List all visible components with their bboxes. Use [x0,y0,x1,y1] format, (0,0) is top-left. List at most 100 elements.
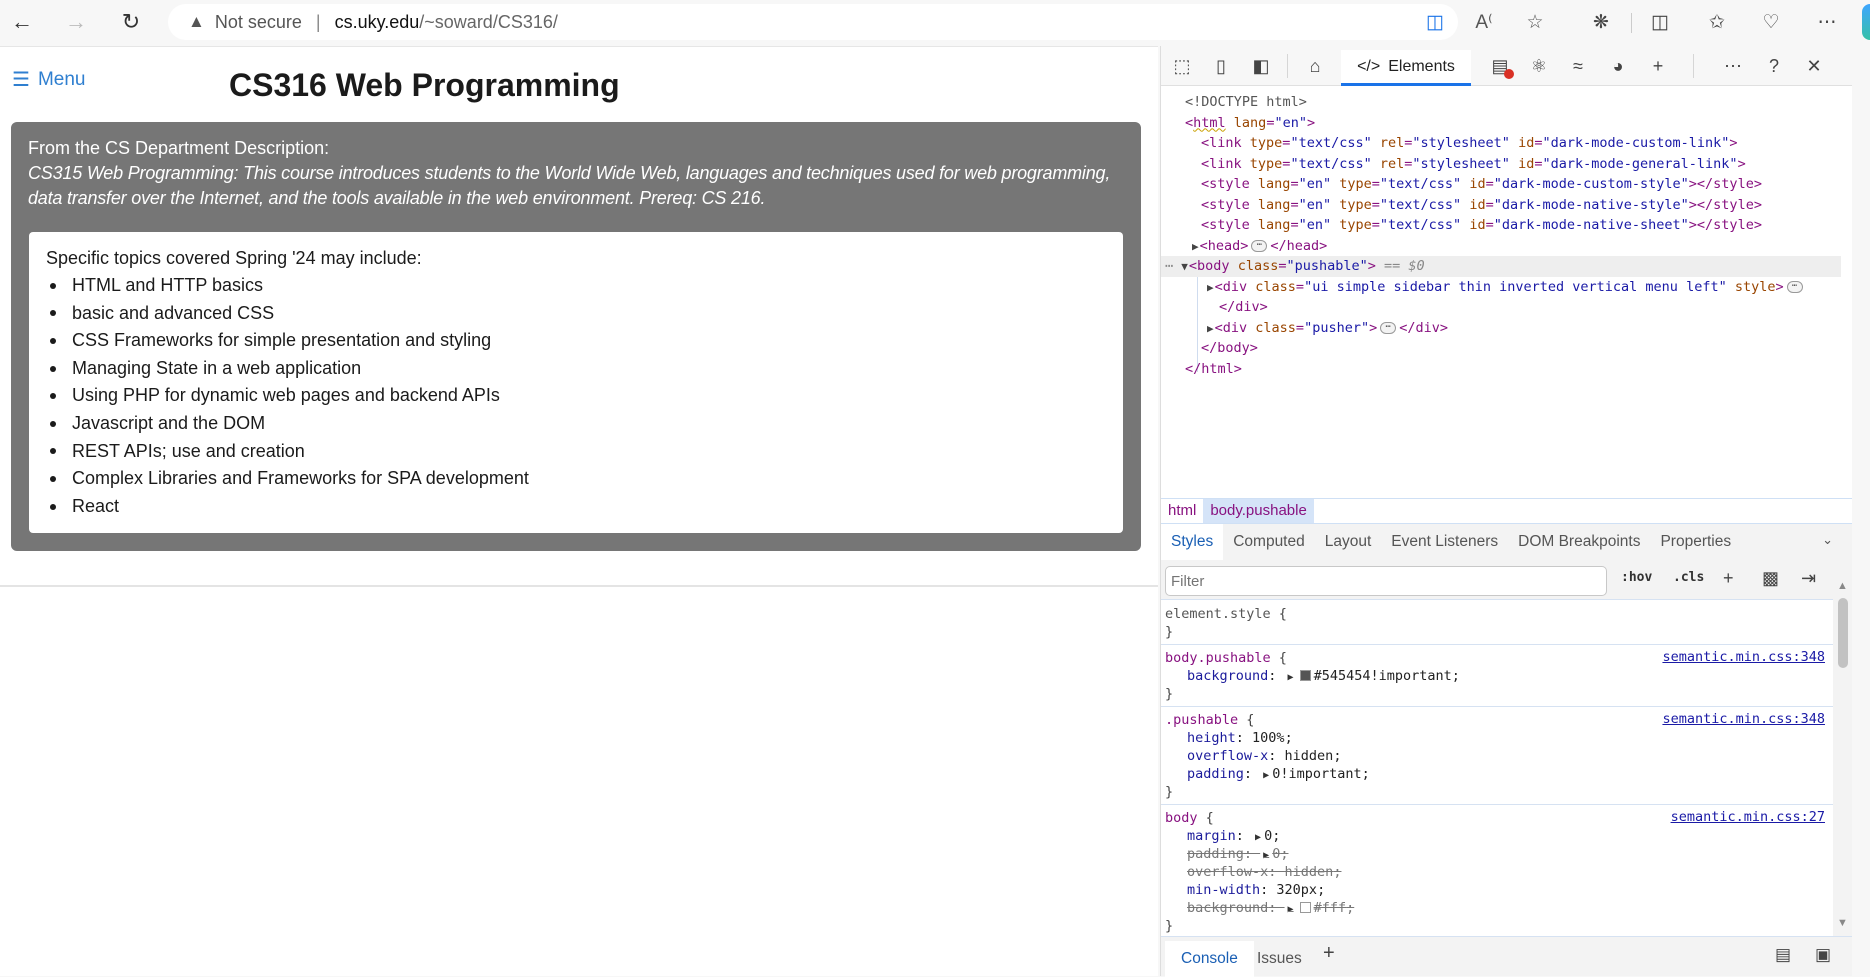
menu-button[interactable]: ☰ Menu [12,67,85,92]
color-swatch-icon[interactable] [1299,670,1311,681]
copilot-icon[interactable] [1862,4,1870,40]
performance-icon[interactable]: ◕ [1601,50,1635,82]
expand-drawer-icon[interactable]: ▣ [1815,945,1831,965]
tab-properties[interactable]: Properties [1650,524,1741,560]
help-icon[interactable]: ? [1757,50,1791,82]
dock-drawer-icon[interactable]: ▤ [1775,945,1791,965]
dom-tree[interactable]: <!DOCTYPE html> <html lang="en"> <link t… [1161,86,1853,498]
collapsed-ellipsis-icon[interactable]: ⋯ [1380,321,1397,334]
paint-brush-icon[interactable]: ▩ [1762,568,1779,589]
dom-node-body-close[interactable]: </body> [1161,338,1841,359]
scroll-up-icon[interactable]: ▲ [1837,580,1848,592]
security-label[interactable]: Not secure [215,12,302,33]
tab-issues[interactable]: Issues [1241,941,1318,977]
sources-bug-icon[interactable]: ⚛ [1522,50,1556,82]
attr-value: "text/css" [1379,176,1462,192]
style-property[interactable]: margin: ▶ 0; [1165,827,1833,845]
tab-event-listeners[interactable]: Event Listeners [1381,524,1508,560]
collapsed-ellipsis-icon[interactable]: ⋯ [1786,280,1803,293]
dom-node-link[interactable]: <link type="text/css" rel="stylesheet" i… [1161,133,1841,154]
dom-node-style[interactable]: <style lang="en" type="text/css" id="dar… [1161,174,1841,195]
style-property[interactable]: min-width: 320px; [1165,881,1833,899]
style-rule[interactable]: body.pushable {semantic.min.css:348 backg… [1161,645,1833,707]
forward-icon[interactable]: → [59,6,93,38]
tab-styles[interactable]: Styles [1161,524,1224,560]
refresh-icon[interactable]: ↻ [114,6,148,38]
dom-node-sidebar-div[interactable]: ▶<div class="ui simple sidebar thin inve… [1161,277,1841,298]
property-value: 0 [1272,846,1281,862]
more-tools-plus-icon[interactable]: + [1641,50,1675,82]
dom-node-div-close[interactable]: </div> [1161,297,1841,318]
style-property[interactable]: height: 100%; [1165,729,1833,747]
dom-node-head[interactable]: ▶<head> ⋯ </head> [1161,236,1841,257]
inspect-element-icon[interactable]: ⬚ [1165,50,1199,82]
div-close: </div> [1399,319,1449,336]
welcome-home-icon[interactable]: ⌂ [1298,50,1332,82]
tab-elements[interactable]: </> Elements [1341,50,1471,86]
tab-dom-breakpoints[interactable]: DOM Breakpoints [1508,524,1650,560]
scrollbar-thumb[interactable] [1838,598,1848,668]
split-screen-icon[interactable]: ◫ [1643,6,1677,38]
back-icon[interactable]: ← [5,6,39,38]
add-drawer-tab-icon[interactable]: + [1323,942,1335,965]
dom-node-doctype[interactable]: <!DOCTYPE html> [1161,92,1841,113]
address-bar[interactable]: ▲ Not secure | cs.uky.edu/~soward/CS316/ [168,4,1458,40]
node-actions-icon[interactable]: ⋯ [1165,258,1173,274]
hover-state-button[interactable]: :hov [1621,570,1652,585]
dom-node-html[interactable]: <html lang="en"> [1161,113,1841,134]
tab-layout[interactable]: Layout [1315,524,1382,560]
collapsed-ellipsis-icon[interactable]: ⋯ [1251,239,1268,252]
div-close: </div> [1219,299,1268,315]
styles-filter-input[interactable] [1165,566,1607,596]
styles-scrollbar[interactable]: ▲ ▼ [1833,560,1853,936]
color-swatch-icon[interactable] [1299,902,1311,913]
dom-node-body-selected[interactable]: ⋯ ▼<body class="pushable"> == $0 [1161,256,1841,277]
web-page: ☰ Menu CS316 Web Programming From the CS… [0,46,1158,976]
favorite-star-icon[interactable]: ☆ [1519,6,1551,38]
dom-node-style[interactable]: <style lang="en" type="text/css" id="dar… [1161,195,1841,216]
property-value: 100% [1252,730,1285,746]
browser-health-icon[interactable]: ♡ [1754,6,1788,38]
style-property[interactable]: background: ▶ #fff; [1165,899,1833,917]
scroll-down-icon[interactable]: ▼ [1837,917,1848,929]
network-wifi-icon[interactable]: ≈ [1561,50,1595,82]
chevron-down-icon[interactable]: ⌄ [1822,532,1833,548]
expand-triangle-icon[interactable]: ▶ [1207,322,1214,335]
dock-side-icon[interactable]: ◧ [1244,50,1278,82]
rule-source-link[interactable]: semantic.min.css:348 [1662,649,1825,665]
styles-pane[interactable]: element.style {} body.pushable {semantic.… [1161,601,1833,936]
new-style-rule-icon[interactable]: + [1723,568,1734,589]
close-devtools-icon[interactable]: ✕ [1797,50,1831,82]
class-toggle-button[interactable]: .cls [1673,570,1704,585]
device-emulation-icon[interactable]: ▯ [1204,50,1238,82]
style-property[interactable]: background: ▶ #545454!important; [1165,667,1833,685]
style-rule[interactable]: element.style {} [1161,601,1833,645]
customize-more-icon[interactable]: ⋯ [1716,50,1750,82]
rule-source-link[interactable]: semantic.min.css:348 [1662,711,1825,727]
style-property[interactable]: overflow-x: hidden; [1165,863,1833,881]
read-aloud-icon[interactable]: A⁽ [1468,6,1500,38]
style-rule[interactable]: .pushable {semantic.min.css:348 height: 1… [1161,707,1833,805]
console-icon[interactable]: ▤ [1483,50,1517,82]
style-property[interactable]: overflow-x: hidden; [1165,747,1833,765]
collapse-triangle-icon[interactable]: ▼ [1181,260,1188,273]
rule-source-link[interactable]: semantic.min.css:27 [1671,809,1825,825]
more-icon[interactable]: ⋯ [1810,6,1844,38]
expand-triangle-icon[interactable]: ▶ [1207,281,1214,294]
page-divider [0,585,1158,587]
toggle-sidebar-icon[interactable]: ⇥ [1801,568,1816,589]
dom-node-link[interactable]: <link type="text/css" rel="stylesheet" i… [1161,154,1841,175]
browser-essentials-icon[interactable]: ◫ [1419,6,1451,38]
style-property[interactable]: padding: ▶ 0; [1165,845,1833,863]
breadcrumb-body-pushable[interactable]: body.pushable [1203,499,1314,523]
dom-node-html-close[interactable]: </html> [1161,359,1841,380]
tab-computed[interactable]: Computed [1223,524,1315,560]
extensions-icon[interactable]: ❋ [1584,6,1618,38]
breadcrumb-html[interactable]: html [1161,499,1203,523]
style-rule[interactable]: body {semantic.min.css:27 margin: ▶ 0; padd… [1161,805,1833,936]
expand-triangle-icon[interactable]: ▶ [1192,240,1199,253]
favorites-icon[interactable]: ✩ [1700,6,1734,38]
dom-node-style[interactable]: <style lang="en" type="text/css" id="dar… [1161,215,1841,236]
style-property[interactable]: padding: ▶ 0!important; [1165,765,1833,783]
dom-node-pusher-div[interactable]: ▶<div class="pusher"> ⋯ </div> [1161,318,1841,339]
